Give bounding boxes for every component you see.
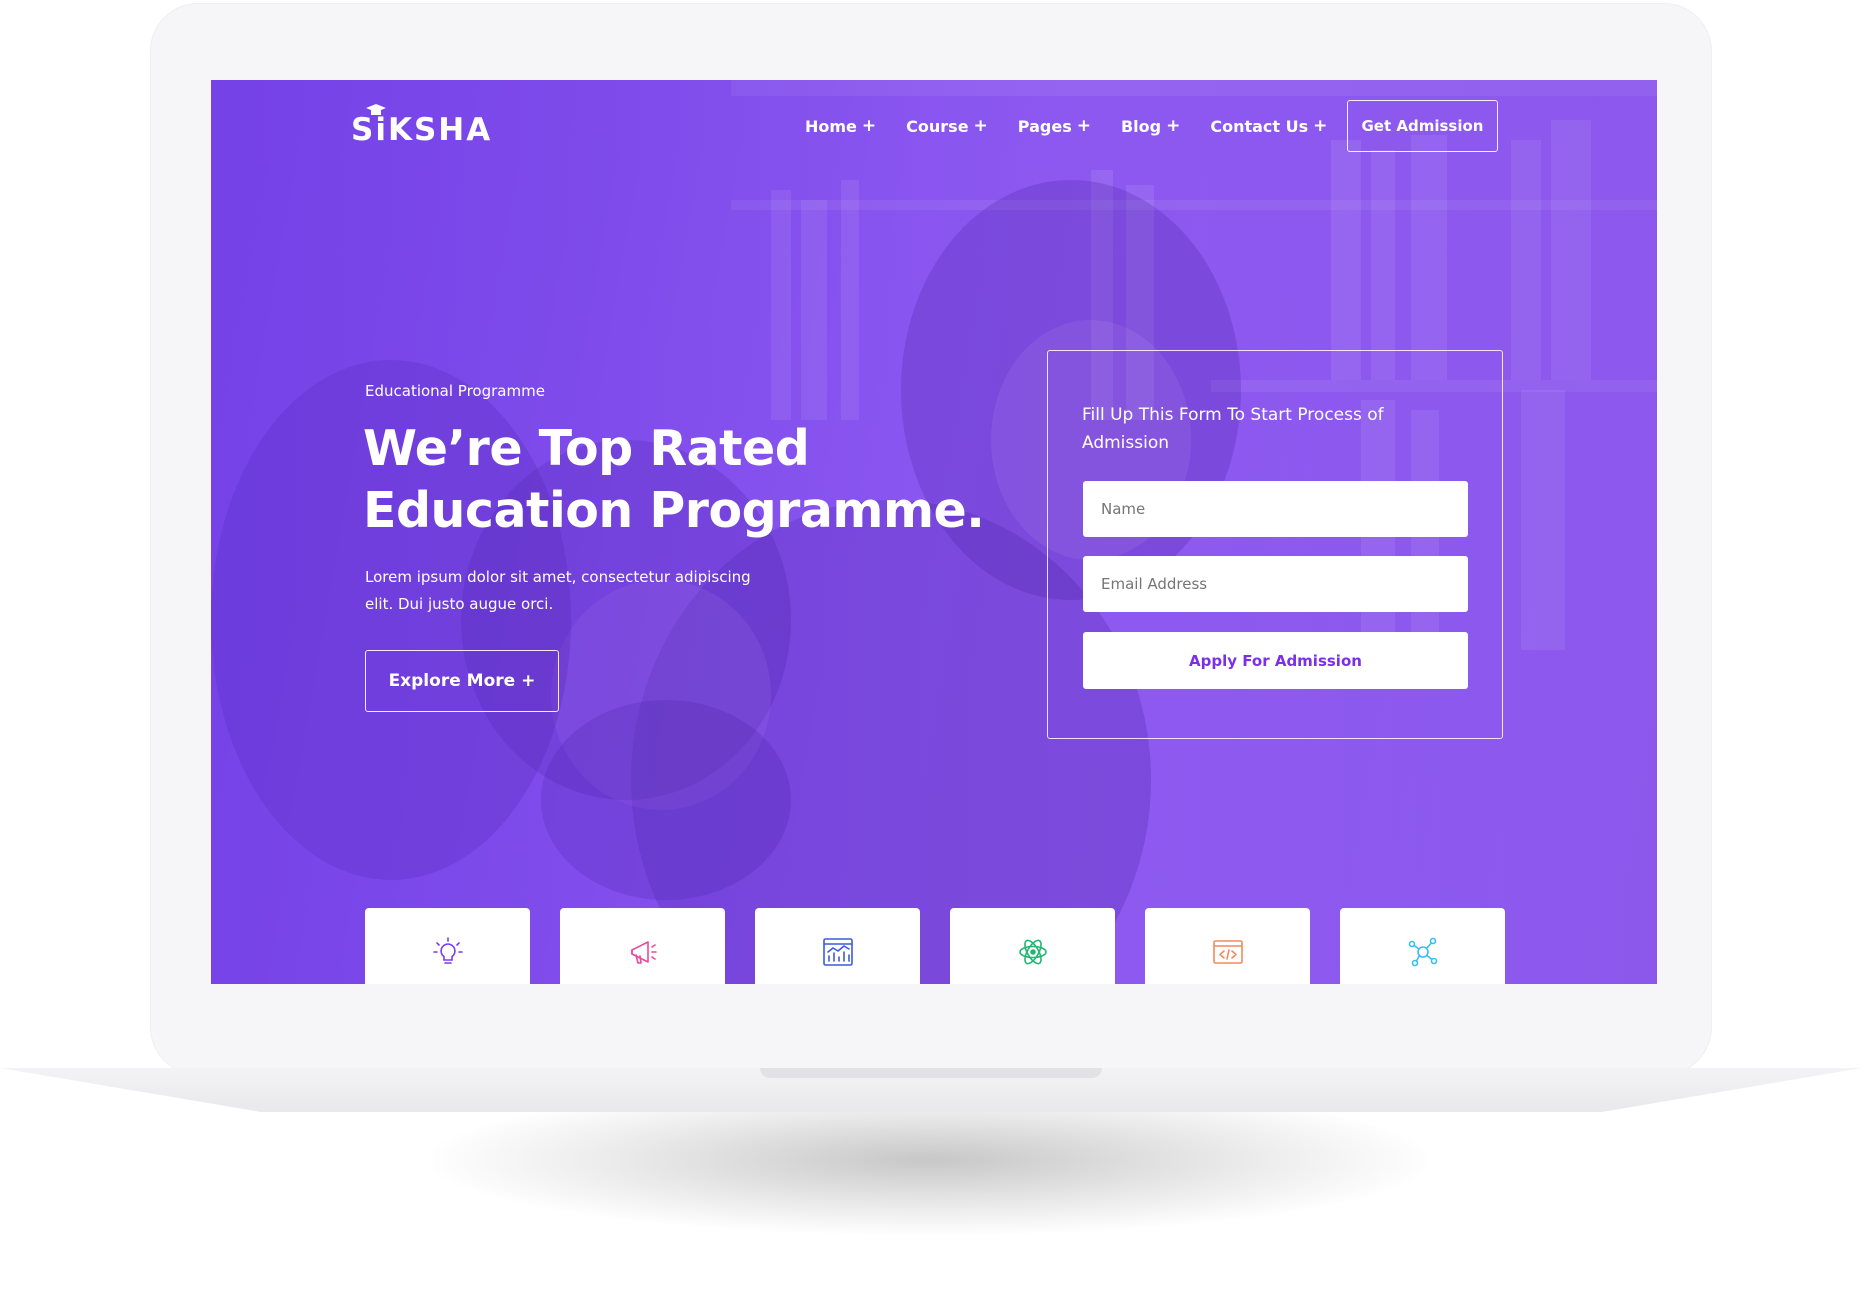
apply-for-admission-button[interactable]: Apply For Admission [1083, 632, 1468, 689]
hero-description-line-2: elit. Dui justo augue orci. [365, 595, 554, 613]
hero-title-line-1: We’re Top Rated [363, 420, 810, 477]
hero-eyebrow: Educational Programme [365, 382, 545, 400]
nav-label-contact-us: Contact Us [1210, 116, 1309, 136]
megaphone-icon [630, 941, 657, 964]
site-logo[interactable]: SiKSHA [351, 104, 493, 150]
explore-more-label: Explore More [388, 671, 516, 691]
nav-item-pages[interactable]: Pages + [1018, 116, 1091, 136]
hero-description-line-1: Lorem ipsum dolor sit amet, consectetur … [365, 568, 751, 586]
nav-item-blog[interactable]: Blog + [1121, 116, 1180, 136]
nav-label-pages: Pages [1017, 116, 1072, 136]
plus-icon: + [1313, 116, 1328, 136]
nav-item-home[interactable]: Home + [805, 116, 876, 136]
lightbulb-icon [432, 937, 463, 964]
main-nav: Home + Course + Pages + Blog + Contact U… [805, 116, 1327, 136]
form-title: Fill Up This Form To Start Process of Ad… [1082, 405, 1384, 453]
feature-card[interactable] [365, 908, 530, 984]
plus-icon: + [521, 671, 536, 691]
plus-icon: + [1166, 116, 1181, 136]
hero-title-line-2: Education Programme. [363, 482, 985, 539]
feature-card[interactable] [1145, 908, 1310, 984]
feature-card[interactable] [1340, 908, 1505, 984]
website-screen: SiKSHA Home + Course + Pages + Blog + Co… [211, 80, 1657, 984]
name-input[interactable] [1083, 481, 1468, 537]
atom-icon [1018, 939, 1047, 965]
nav-label-home: Home [805, 116, 857, 136]
hero-title: We’re Top Rated Education Programme. [363, 418, 1003, 542]
network-molecule-icon [1408, 937, 1437, 967]
plus-icon: + [1076, 116, 1091, 136]
feature-cards [365, 908, 1505, 984]
nav-label-course: Course [906, 116, 969, 136]
admission-form: Fill Up This Form To Start Process of Ad… [1047, 350, 1503, 739]
feature-card[interactable] [560, 908, 725, 984]
nav-item-contact-us[interactable]: Contact Us + [1210, 116, 1327, 136]
graduation-cap-icon [366, 104, 386, 115]
analytics-chart-icon [822, 938, 853, 966]
plus-icon: + [973, 116, 988, 136]
plus-icon: + [861, 116, 877, 136]
feature-card[interactable] [755, 908, 920, 984]
nav-label-blog: Blog [1120, 116, 1162, 136]
hero-description: Lorem ipsum dolor sit amet, consectetur … [365, 564, 795, 618]
feature-card[interactable] [950, 908, 1115, 984]
code-window-icon [1212, 940, 1243, 964]
logo-text: SiKSHA [351, 112, 493, 148]
nav-item-course[interactable]: Course + [906, 116, 988, 136]
explore-more-button[interactable]: Explore More + [365, 650, 559, 712]
laptop-notch [760, 1068, 1102, 1078]
get-admission-button[interactable]: Get Admission [1347, 100, 1498, 152]
email-input[interactable] [1083, 556, 1468, 612]
